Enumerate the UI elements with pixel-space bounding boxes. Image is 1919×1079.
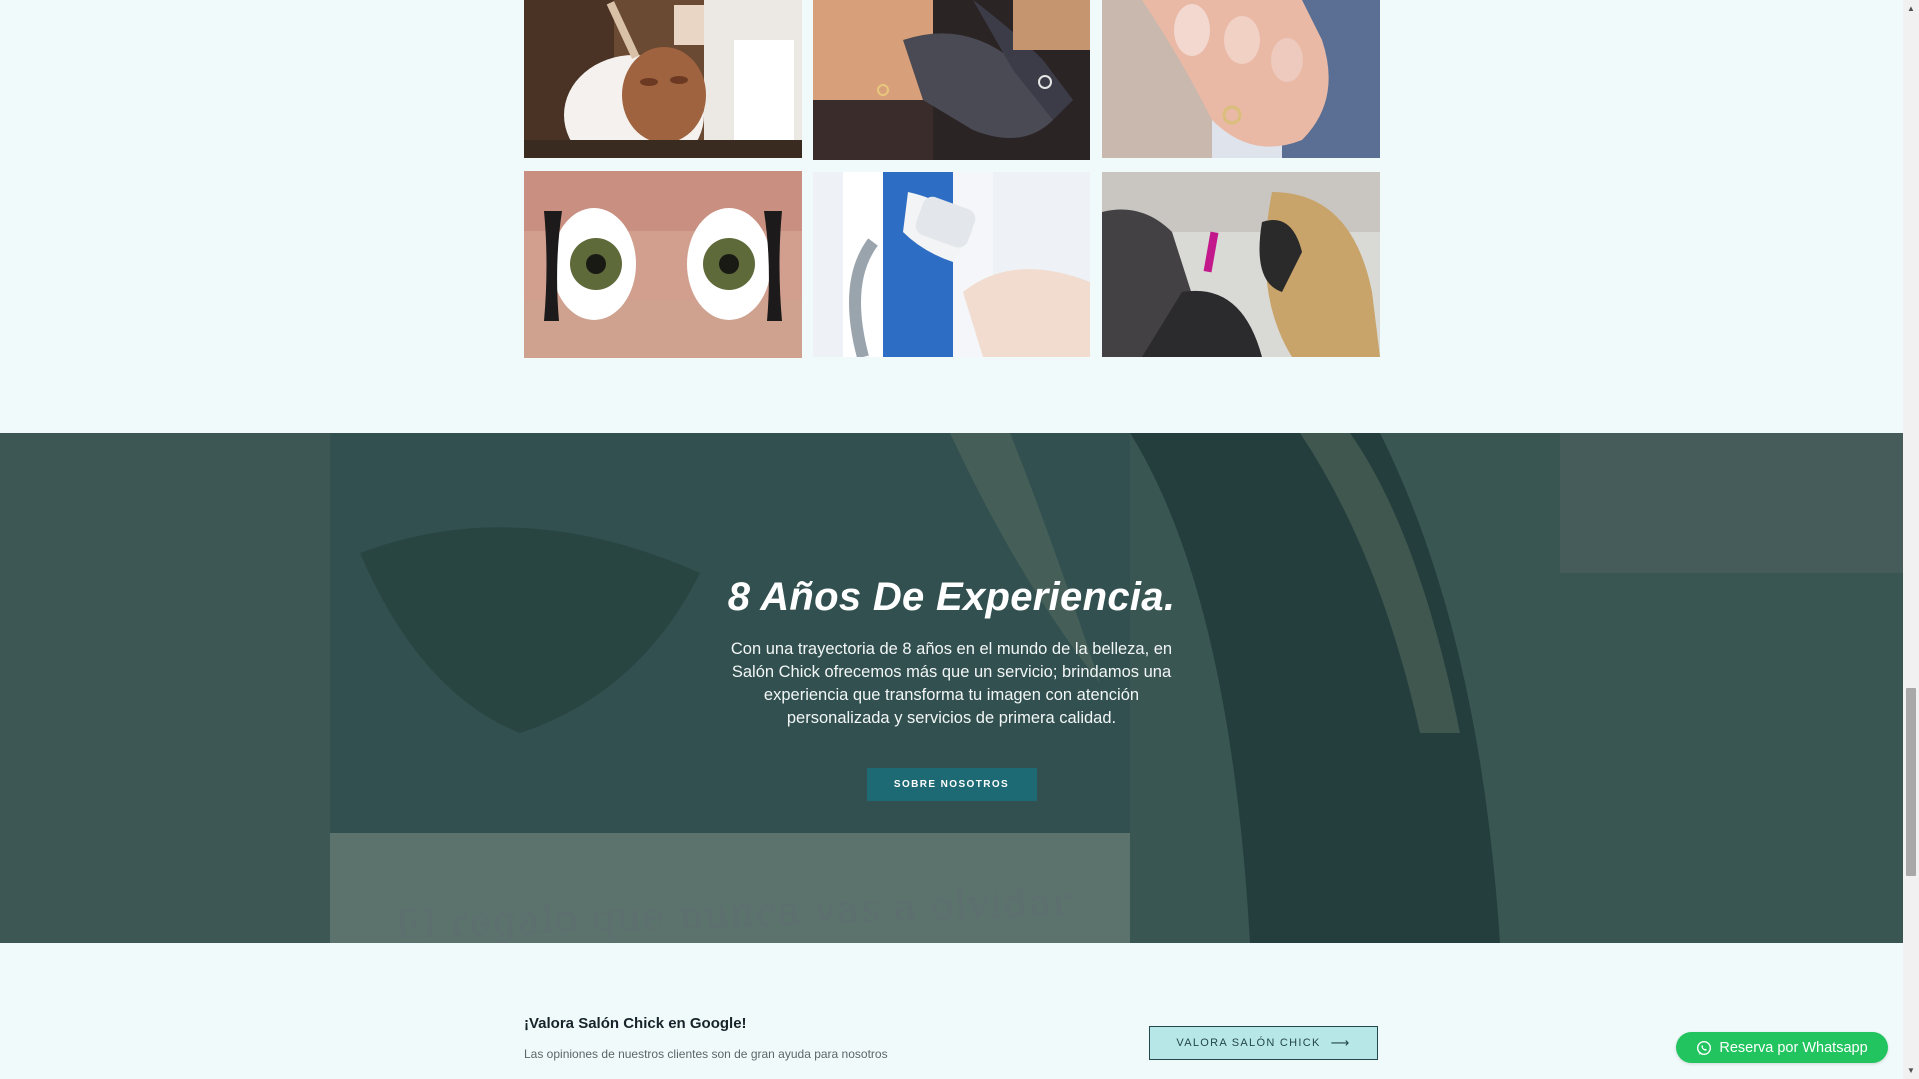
gallery-image-facial[interactable]	[524, 0, 802, 158]
gallery-image-piercing[interactable]	[813, 0, 1090, 160]
gallery-image-nails[interactable]	[1102, 0, 1380, 158]
gallery-image-laser[interactable]	[813, 172, 1090, 357]
scrollbar-thumb[interactable]	[1906, 688, 1916, 876]
vertical-scrollbar[interactable]: ▲ ▼	[1903, 0, 1919, 1079]
services-gallery	[524, 0, 1380, 360]
review-subtitle: Las opiniones de nuestros clientes son d…	[524, 1047, 888, 1061]
about-us-button[interactable]: Sobre nosotros	[866, 768, 1037, 801]
gallery-image-tattoo[interactable]	[1102, 172, 1380, 357]
scroll-down-icon[interactable]: ▼	[1903, 1062, 1919, 1079]
arrow-right-icon: ⟶	[1330, 1035, 1351, 1050]
experience-text: Con una trayectoria de 8 años en el mund…	[730, 640, 1173, 727]
whatsapp-icon	[1697, 1040, 1712, 1055]
whatsapp-label: Reserva por Whatsapp	[1719, 1039, 1868, 1056]
scroll-up-icon[interactable]: ▲	[1903, 0, 1919, 17]
review-title: ¡Valora Salón Chick en Google!	[524, 1015, 747, 1032]
experience-title: 8 Años De Experiencia.	[727, 575, 1176, 619]
gallery-image-lashes[interactable]	[524, 171, 802, 358]
experience-section: El regalo que nunca vas a olvidar 8 Años…	[0, 433, 1903, 943]
experience-content: 8 Años De Experiencia. Con una trayector…	[0, 575, 1903, 801]
rate-on-google-button[interactable]: VALORA SALÓN CHICK ⟶	[1149, 1026, 1378, 1060]
page: El regalo que nunca vas a olvidar 8 Años…	[0, 0, 1903, 1079]
rate-button-label: VALORA SALÓN CHICK	[1176, 1037, 1321, 1049]
whatsapp-booking-button[interactable]: Reserva por Whatsapp	[1676, 1032, 1888, 1063]
